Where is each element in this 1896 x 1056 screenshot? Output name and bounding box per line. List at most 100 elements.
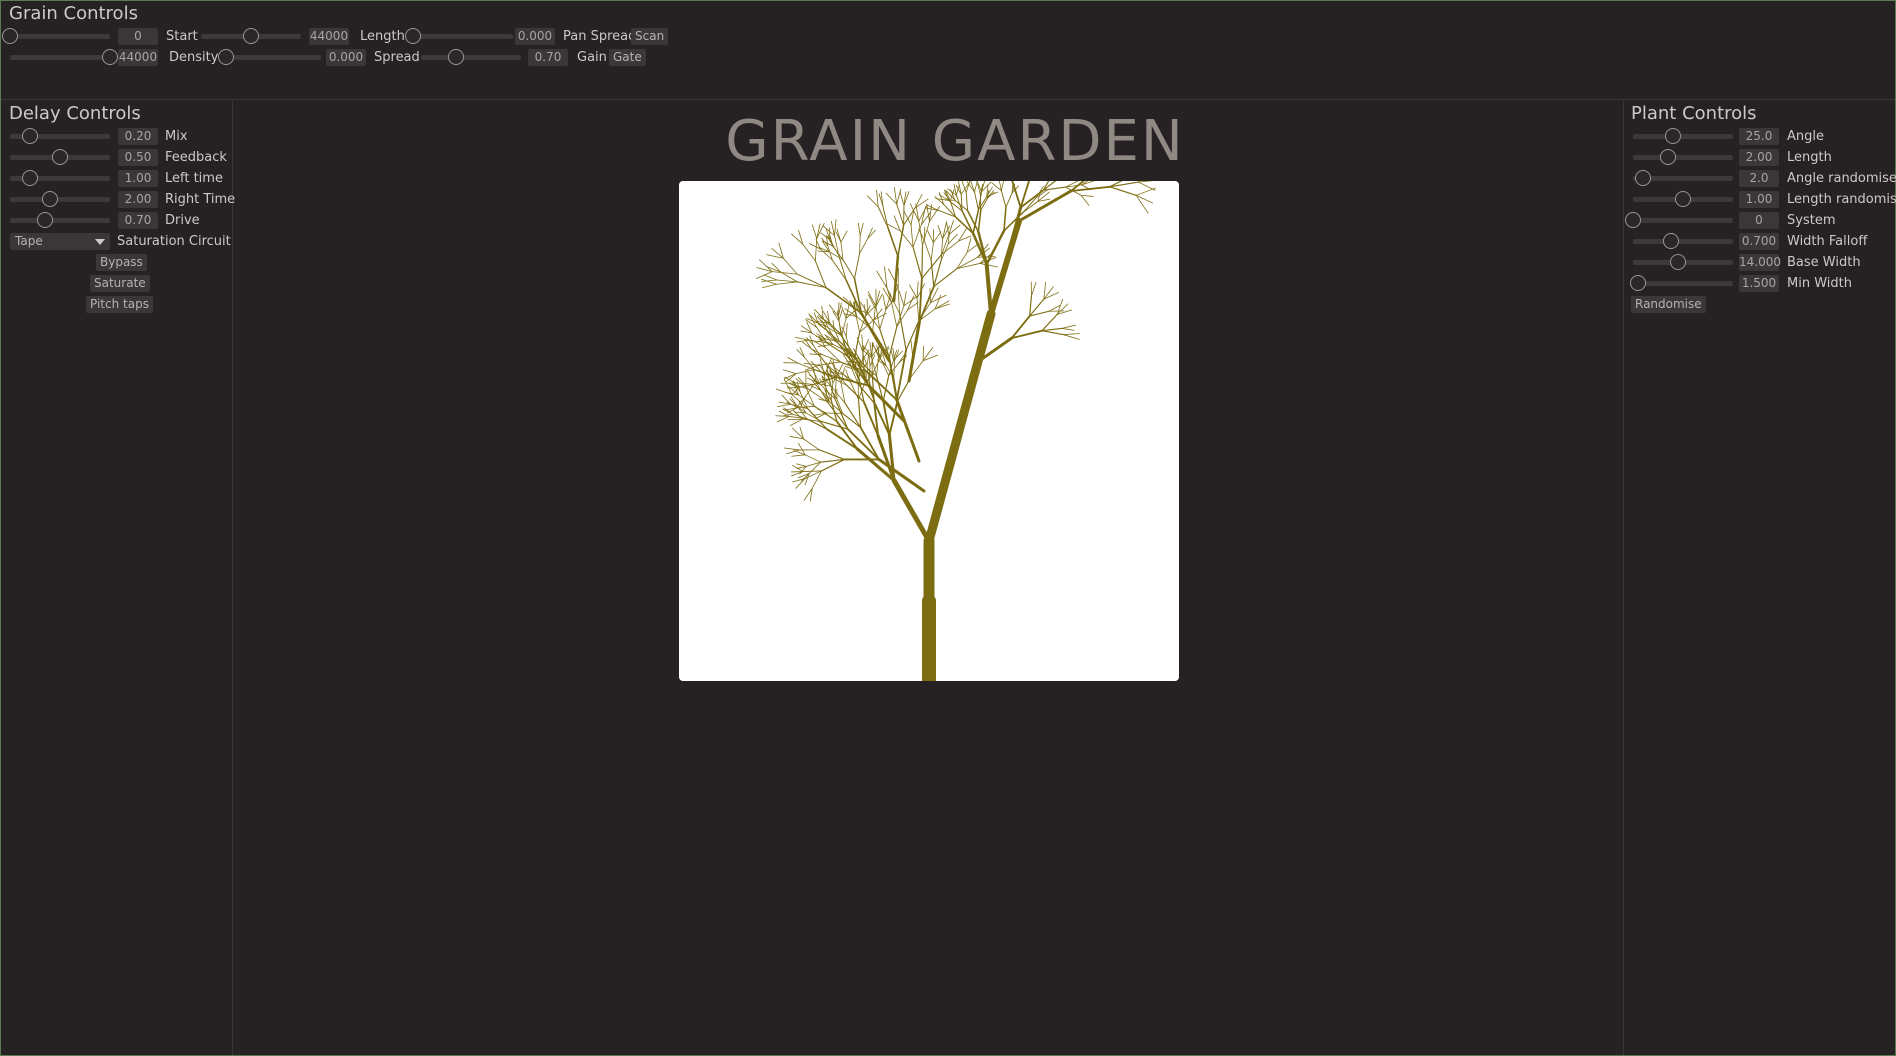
pan-spread-value[interactable]: 0.000 — [515, 28, 555, 45]
plant-branch — [859, 238, 868, 254]
plant-branch — [782, 257, 798, 275]
drive-value[interactable]: 0.70 — [118, 212, 158, 229]
plant-branch — [806, 337, 814, 346]
plant-branch — [818, 449, 846, 461]
plant-branch — [933, 231, 942, 244]
spread-label: Spread — [374, 50, 420, 65]
mix-slider[interactable] — [10, 128, 110, 144]
plant-branch — [775, 415, 790, 417]
length-value-plant[interactable]: 2.00 — [1739, 149, 1779, 166]
plant-branch — [984, 262, 993, 316]
saturation-circuit-select[interactable]: Tape — [10, 233, 110, 250]
right-time-value[interactable]: 2.00 — [118, 191, 158, 208]
plant-branch — [867, 229, 876, 240]
plant-branch — [771, 271, 798, 275]
plant-branch — [763, 274, 778, 281]
delay-controls-title: Delay Controls — [9, 103, 141, 124]
width-falloff-value[interactable]: 0.700 — [1739, 233, 1779, 250]
plant-branch — [796, 349, 806, 358]
plant-branch — [834, 219, 837, 237]
saturate-button[interactable]: Saturate — [90, 275, 150, 292]
plant-branch — [860, 312, 891, 363]
plant-branch — [862, 338, 870, 353]
drive-slider[interactable] — [10, 212, 110, 228]
mix-value[interactable]: 0.20 — [118, 128, 158, 145]
plant-branch — [954, 216, 974, 235]
left-time-slider[interactable] — [10, 170, 110, 186]
chevron-down-icon — [95, 239, 105, 245]
gain-value[interactable]: 0.70 — [528, 49, 568, 66]
plant-branch — [965, 192, 969, 212]
base-width-label: Base Width — [1787, 255, 1861, 270]
density-label: Density — [169, 50, 219, 65]
width-falloff-slider[interactable] — [1633, 233, 1733, 249]
base-width-value[interactable]: 14.000 — [1739, 254, 1781, 271]
plant-branch — [1135, 187, 1156, 196]
plant-branch — [817, 408, 828, 414]
density-slider[interactable] — [10, 49, 118, 65]
system-slider[interactable] — [1625, 212, 1733, 228]
saturation-circuit-label: Saturation Circuit — [117, 234, 231, 249]
pan-spread-slider[interactable] — [405, 28, 513, 44]
angle-randomise-slider[interactable] — [1633, 170, 1733, 186]
angle-randomise-value[interactable]: 2.0 — [1739, 170, 1779, 187]
plant-branch — [923, 240, 932, 261]
scan-button[interactable]: Scan — [631, 28, 669, 45]
plant-branch — [1041, 327, 1063, 332]
min-width-value[interactable]: 1.500 — [1739, 275, 1779, 292]
plant-branch — [942, 222, 947, 240]
delay-controls-panel: Delay Controls 0.20 Mix 0.50 Feedback 1.… — [1, 101, 235, 1055]
plant-branch — [791, 454, 806, 457]
plant-branch — [859, 235, 861, 254]
plant-branch — [893, 360, 896, 379]
angle-value[interactable]: 25.0 — [1739, 128, 1779, 145]
saturation-circuit-value: Tape — [15, 234, 43, 248]
plant-branch — [977, 209, 982, 233]
plant-branch — [786, 387, 800, 389]
bypass-button[interactable]: Bypass — [96, 254, 147, 271]
plant-branch — [903, 291, 907, 307]
length-randomise-slider[interactable] — [1633, 191, 1733, 207]
spread-value[interactable]: 0.000 — [326, 49, 366, 66]
density-value[interactable]: 44000 — [118, 49, 158, 66]
plant-branch — [899, 191, 905, 206]
plant-branch — [844, 402, 862, 429]
plant-branch — [804, 454, 822, 463]
angle-label: Angle — [1787, 129, 1824, 144]
left-time-value[interactable]: 1.00 — [118, 170, 158, 187]
length-slider[interactable] — [201, 28, 301, 44]
plant-branch — [811, 470, 822, 489]
plant-branch — [1011, 181, 1022, 209]
plant-branch — [803, 362, 820, 366]
plant-branch — [821, 354, 841, 363]
length-slider-plant[interactable] — [1633, 149, 1733, 165]
base-width-slider[interactable] — [1633, 254, 1733, 270]
plant-branch — [1061, 328, 1075, 331]
plant-branch — [782, 369, 797, 375]
gate-button[interactable]: Gate — [609, 49, 646, 66]
gain-slider[interactable] — [421, 49, 521, 65]
plant-branch — [811, 224, 818, 239]
system-value[interactable]: 0 — [1739, 212, 1779, 229]
feedback-value[interactable]: 0.50 — [118, 149, 158, 166]
pitch-taps-button[interactable]: Pitch taps — [86, 296, 153, 313]
spread-slider[interactable] — [218, 49, 321, 65]
plant-branch — [1031, 281, 1037, 297]
plant-canvas[interactable] — [679, 181, 1179, 681]
start-value[interactable]: 0 — [118, 28, 158, 45]
length-randomise-value[interactable]: 1.00 — [1739, 191, 1779, 208]
plant-branch — [877, 206, 889, 229]
right-time-slider[interactable] — [10, 191, 110, 207]
plant-branch — [921, 244, 924, 280]
plant-branch — [892, 254, 900, 303]
plant-branch — [873, 312, 887, 321]
length-label: Length — [360, 29, 405, 44]
plant-branch — [1041, 330, 1064, 336]
length-value[interactable]: 44000 — [309, 28, 349, 45]
angle-slider[interactable] — [1633, 128, 1733, 144]
plant-branch — [857, 222, 861, 237]
feedback-slider[interactable] — [10, 149, 110, 165]
min-width-slider[interactable] — [1630, 275, 1733, 291]
start-slider[interactable] — [2, 28, 110, 44]
randomise-button[interactable]: Randomise — [1631, 296, 1706, 313]
